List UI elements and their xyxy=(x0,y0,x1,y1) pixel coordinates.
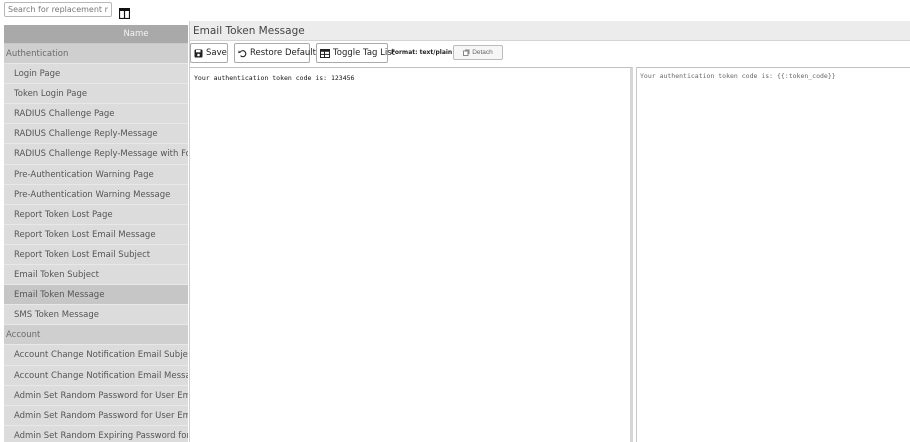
list-item[interactable]: Report Token Lost Page xyxy=(4,204,188,225)
list-item[interactable]: Admin Set Random Expiring Password for U… xyxy=(4,425,188,442)
restore-label: Restore Default xyxy=(250,48,317,58)
list-item[interactable]: RADIUS Challenge Reply-Message with Fort… xyxy=(4,144,188,165)
message-source-editor[interactable]: Your authentication token code is: {{:to… xyxy=(636,67,910,442)
list-item[interactable]: Account Change Notification Email Subjec… xyxy=(4,345,188,366)
table-icon xyxy=(320,48,330,58)
detach-label: Detach xyxy=(472,49,493,56)
list-item[interactable]: Login Page xyxy=(4,64,188,85)
save-icon xyxy=(194,49,203,57)
editor-title: Email Token Message xyxy=(190,21,910,41)
search-input[interactable] xyxy=(4,2,112,17)
save-label: Save xyxy=(206,48,227,58)
list-item[interactable]: Pre-Authentication Warning Page xyxy=(4,164,188,185)
name-column-header[interactable]: Name xyxy=(4,25,188,44)
editor-panel: Email Token Message Save Restore Default xyxy=(189,21,910,442)
top-bar xyxy=(0,0,910,22)
list-item[interactable]: Report Token Lost Email Message xyxy=(4,224,188,245)
message-rows: Authentication Login Page Token Login Page… xyxy=(4,44,188,442)
list-item[interactable]: Admin Set Random Password for User Email… xyxy=(4,405,188,426)
list-item[interactable]: Account Change Notification Email Messag… xyxy=(4,365,188,386)
list-item[interactable]: RADIUS Challenge Page xyxy=(4,104,188,125)
toggle-label: Toggle Tag List xyxy=(333,48,395,58)
list-item[interactable]: Token Login Page xyxy=(4,84,188,105)
list-item[interactable]: Pre-Authentication Warning Message xyxy=(4,184,188,205)
list-item[interactable]: Report Token Lost Email Subject xyxy=(4,244,188,266)
source-text: Your authentication token code is: {{:to… xyxy=(640,72,836,80)
save-button[interactable]: Save xyxy=(190,43,228,63)
list-item[interactable]: SMS Token Message xyxy=(4,305,188,326)
detach-button[interactable]: Detach xyxy=(453,45,503,60)
message-preview-pane[interactable]: Your authentication token code is: 12345… xyxy=(190,67,633,442)
list-item[interactable]: Email Token Message xyxy=(4,285,188,306)
preview-text: Your authentication token code is: 12345… xyxy=(194,74,355,82)
restore-default-button[interactable]: Restore Default xyxy=(234,43,316,63)
list-item[interactable]: RADIUS Challenge Reply-Message xyxy=(4,124,188,145)
list-group-header: Authentication xyxy=(4,44,188,65)
copy-icon xyxy=(463,49,470,56)
columns-icon[interactable] xyxy=(118,4,131,20)
list-item[interactable]: Admin Set Random Password for User Email… xyxy=(4,385,188,406)
undo-icon xyxy=(238,49,247,57)
format-label: Format: text/plain xyxy=(391,49,453,56)
toggle-tag-list-button[interactable]: Toggle Tag List xyxy=(316,43,395,63)
message-list: Name Authentication Login Page Token Login… xyxy=(4,25,188,442)
editor-toolbar: Save Restore Default Toggle Tag List For… xyxy=(190,41,910,67)
list-item[interactable]: Email Token Subject xyxy=(4,265,188,286)
list-group-header: Account xyxy=(4,325,188,346)
